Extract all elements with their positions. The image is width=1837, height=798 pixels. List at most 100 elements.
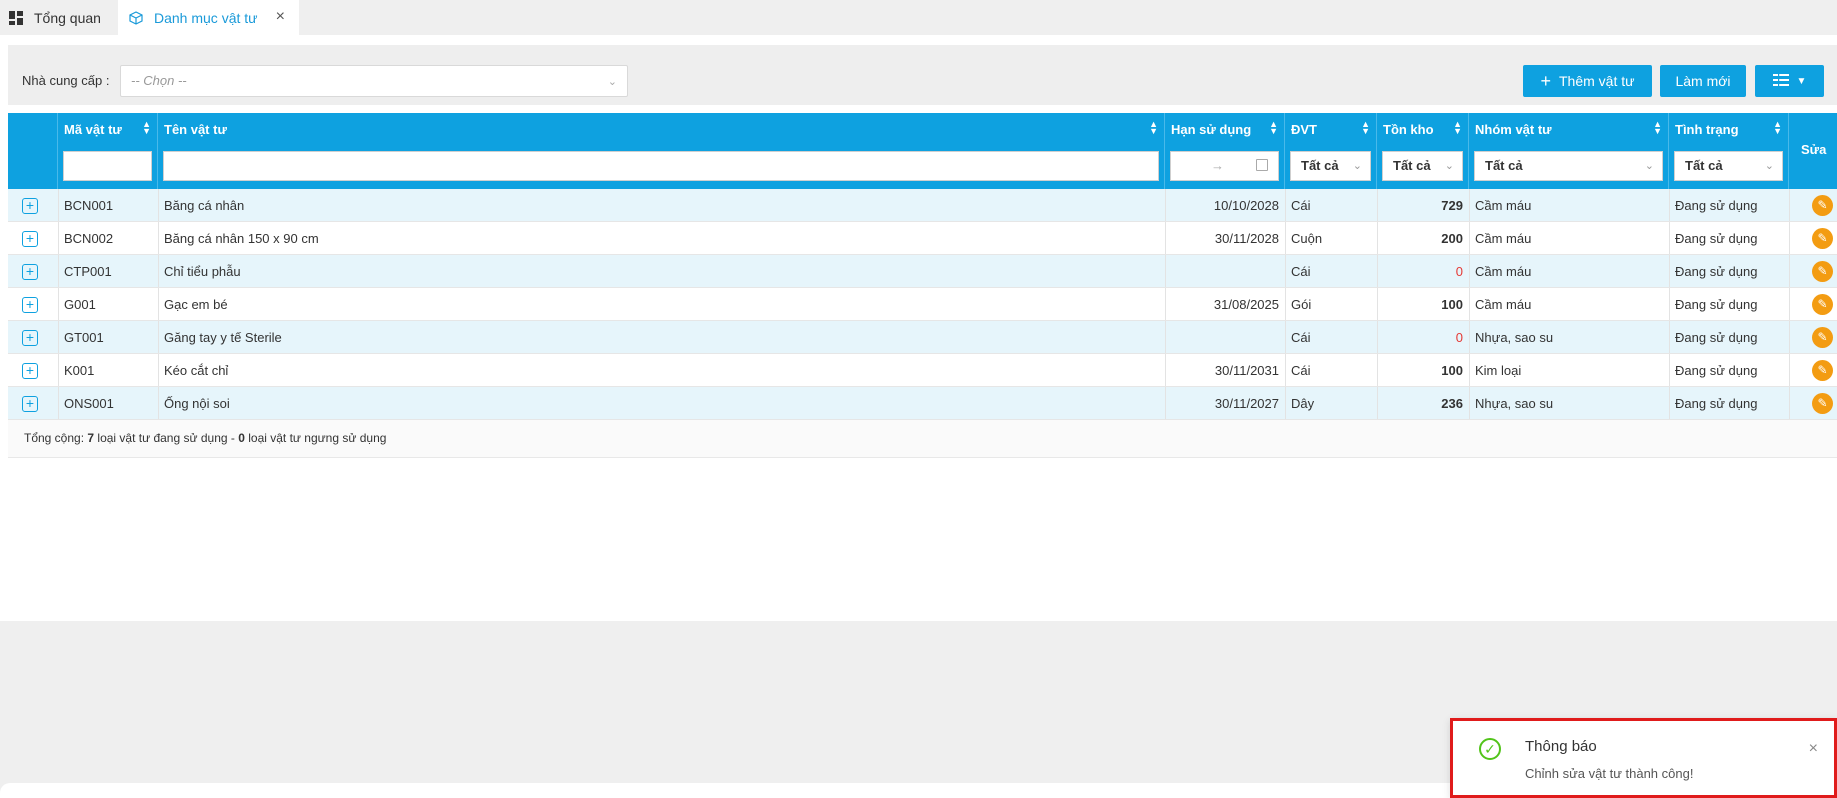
cell-name: Kéo cắt chỉ (164, 363, 229, 378)
column-name[interactable]: Tên vật tư ▲ ▼ (158, 113, 1165, 189)
chevron-down-icon: ⌄ (1444, 160, 1454, 172)
column-expiry-label: Hạn sử dụng (1171, 122, 1252, 137)
tab-supplies[interactable]: Danh mục vật tư × (118, 0, 299, 35)
table-row: + BCN002 Băng cá nhân 150 x 90 cm 30/11/202… (8, 222, 1837, 255)
unit-filter-select[interactable]: Tất cả ⌄ (1290, 151, 1371, 181)
chevron-down-icon: ⌄ (1644, 160, 1654, 172)
cell-unit: Dây (1291, 396, 1315, 411)
column-group[interactable]: Nhóm vật tư ▲ ▼ Tất cả ⌄ (1469, 113, 1669, 189)
cell-code: GT001 (64, 330, 104, 345)
success-notification: ✓ Thông báo Chỉnh sửa vật tư thành công!… (1450, 718, 1837, 798)
cell-group: Kim loại (1475, 363, 1522, 378)
cell-expiry (1165, 321, 1285, 354)
group-filter-select[interactable]: Tất cả ⌄ (1474, 151, 1663, 181)
status-filter-select[interactable]: Tất cả ⌄ (1674, 151, 1783, 181)
column-expiry[interactable]: Hạn sử dụng ▲ ▼ → (1165, 113, 1285, 189)
group-filter-value: Tất cả (1485, 158, 1523, 173)
cell-code: BCN001 (64, 198, 114, 213)
expand-row-icon[interactable]: + (22, 198, 38, 214)
sort-icon[interactable]: ▲ ▼ (1361, 120, 1370, 136)
close-tab-icon[interactable]: × (276, 9, 285, 25)
expand-row-icon[interactable]: + (22, 363, 38, 379)
column-settings-button[interactable]: ▼ (1755, 65, 1824, 97)
cell-status: Đang sử dụng (1675, 297, 1758, 312)
table-row: + BCN001 Băng cá nhân 10/10/2028 Cái 729 Cầm m… (8, 189, 1837, 222)
column-name-label: Tên vật tư (164, 122, 227, 137)
expand-row-icon[interactable]: + (22, 231, 38, 247)
cell-name: Băng cá nhân (164, 198, 245, 213)
expand-row-icon[interactable]: + (22, 297, 38, 313)
add-supply-button[interactable]: + Thêm vật tư (1523, 65, 1652, 97)
caret-down-icon: ▼ (1796, 75, 1807, 87)
sort-icon[interactable]: ▲ ▼ (1149, 120, 1158, 136)
cell-group: Cầm máu (1475, 231, 1532, 246)
cell-stock: 200 (1441, 231, 1463, 246)
tab-overview-label: Tổng quan (34, 9, 101, 26)
edit-pencil-icon[interactable]: ✎ (1812, 195, 1833, 216)
inactive-count: 0 (238, 431, 245, 445)
table-footer: Tổng cộng: 7 loại vật tư đang sử dụng - … (8, 420, 1837, 458)
plus-icon: + (1540, 71, 1551, 91)
close-notification-icon[interactable]: × (1809, 740, 1818, 758)
cell-name: Găng tay y tế Sterile (164, 330, 282, 345)
refresh-button[interactable]: Làm mới (1660, 65, 1746, 97)
edit-pencil-icon[interactable]: ✎ (1812, 327, 1833, 348)
column-settings-icon (1772, 73, 1789, 89)
stock-filter-value: Tất cả (1393, 158, 1431, 173)
column-status[interactable]: Tình trạng ▲ ▼ Tất cả ⌄ (1669, 113, 1789, 189)
cell-status: Đang sử dụng (1675, 396, 1758, 411)
column-divider (1789, 255, 1790, 287)
column-group-label: Nhóm vật tư (1475, 122, 1552, 137)
cell-status: Đang sử dụng (1675, 330, 1758, 345)
table-header: Mã vật tư ▲ ▼ Tên vật tư ▲ ▼ Hạn sử dụng ▲… (8, 113, 1837, 189)
range-arrow: → (1211, 158, 1224, 173)
edit-pencil-icon[interactable]: ✎ (1812, 360, 1833, 381)
cell-name: Gạc em bé (164, 297, 228, 312)
column-divider (1789, 288, 1790, 320)
supplier-select-placeholder: -- Chọn -- (131, 73, 187, 88)
column-unit-label: ĐVT (1291, 122, 1317, 137)
edit-pencil-icon[interactable]: ✎ (1812, 294, 1833, 315)
sort-icon[interactable]: ▲ ▼ (1653, 120, 1662, 136)
name-filter-input[interactable] (163, 151, 1159, 181)
expand-row-icon[interactable]: + (22, 330, 38, 346)
toolbar: Nhà cung cấp : -- Chọn -- ⌄ + Thêm vật t… (8, 45, 1837, 105)
main-panel: Nhà cung cấp : -- Chọn -- ⌄ + Thêm vật t… (0, 35, 1837, 621)
table-row: + G001 Gạc em bé 31/08/2025 Gói 100 Cầm máu Đan… (8, 288, 1837, 321)
status-filter-value: Tất cả (1685, 158, 1723, 173)
cell-expiry: 30/11/2028 (1214, 231, 1279, 246)
dashboard-icon (8, 10, 24, 26)
edit-pencil-icon[interactable]: ✎ (1812, 261, 1833, 282)
footer-prefix: Tổng cộng: (24, 431, 88, 445)
column-stock[interactable]: Tồn kho ▲ ▼ Tất cả ⌄ (1377, 113, 1469, 189)
check-circle-icon: ✓ (1479, 738, 1501, 760)
footer-middle: loại vật tư đang sử dụng - (94, 431, 239, 445)
sort-icon[interactable]: ▲ ▼ (1269, 120, 1278, 136)
stock-filter-select[interactable]: Tất cả ⌄ (1382, 151, 1463, 181)
tab-overview[interactable]: Tổng quan (0, 0, 118, 35)
cell-status: Đang sử dụng (1675, 264, 1758, 279)
sort-icon[interactable]: ▲ ▼ (142, 120, 151, 136)
edit-pencil-icon[interactable]: ✎ (1812, 228, 1833, 249)
expiry-date-range-filter[interactable]: → (1170, 151, 1279, 181)
code-filter-input[interactable] (63, 151, 152, 181)
sort-icon[interactable]: ▲ ▼ (1773, 120, 1782, 136)
sort-icon[interactable]: ▲ ▼ (1453, 120, 1462, 136)
expand-row-icon[interactable]: + (22, 396, 38, 412)
chevron-down-icon: ⌄ (1764, 160, 1774, 172)
edit-pencil-icon[interactable]: ✎ (1812, 393, 1833, 414)
cell-unit: Cuộn (1291, 231, 1323, 246)
column-divider (1789, 222, 1790, 254)
column-unit[interactable]: ĐVT ▲ ▼ Tất cả ⌄ (1285, 113, 1377, 189)
cell-code: BCN002 (64, 231, 114, 246)
column-edit-label: Sửa (1801, 142, 1827, 157)
cell-expiry: 31/08/2025 (1213, 297, 1279, 312)
expand-row-icon[interactable]: + (22, 264, 38, 280)
table-row: + ONS001 Ống nội soi 30/11/2027 Dây 236 Nhựa, … (8, 387, 1837, 420)
column-code[interactable]: Mã vật tư ▲ ▼ (58, 113, 158, 189)
cell-status: Đang sử dụng (1675, 231, 1758, 246)
cell-expiry: 30/11/2031 (1214, 363, 1279, 378)
supplier-select[interactable]: -- Chọn -- ⌄ (120, 65, 628, 97)
cell-stock: 100 (1441, 297, 1463, 312)
supplier-label: Nhà cung cấp : (22, 73, 110, 88)
